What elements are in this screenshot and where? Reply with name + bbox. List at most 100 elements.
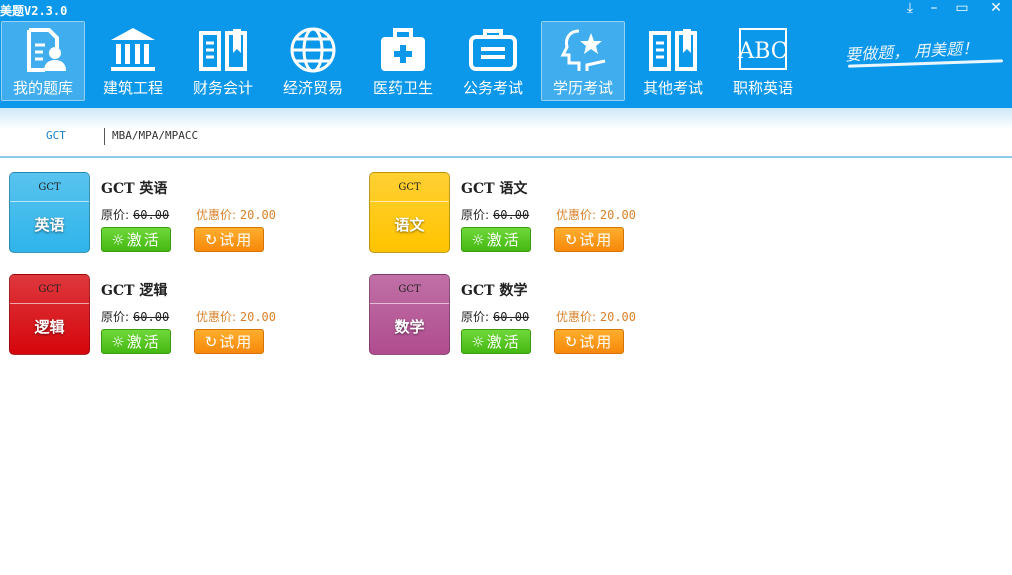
divider [104,128,105,145]
nav-label: 医药卫生 [372,79,433,97]
discount-label: 优惠价: [196,208,237,222]
maximize-button[interactable]: ▭ [950,0,974,16]
thumb-subject: 语文 [394,216,425,234]
nav-label: 学历考试 [552,79,613,97]
activate-button[interactable]: ☼激活 [461,227,531,252]
minimize-icon: – [930,0,938,16]
nav-item-0[interactable]: 我的题库 [1,21,85,101]
book-icon [649,29,697,71]
original-label: 原价: [101,208,130,222]
discount-value: 20.00 [239,310,276,324]
thumb-tag: GCT [370,275,449,304]
globe-icon [290,27,336,73]
original-value: 60.00 [493,310,530,324]
discount-price: 优惠价: 20.00 [196,308,276,325]
minimize-button[interactable]: – [922,0,946,16]
course-name: GCT 逻辑 [101,283,168,299]
close-button[interactable]: ✕ [984,0,1008,16]
activate-button[interactable]: ☼激活 [461,329,531,354]
original-value: 60.00 [133,208,170,222]
sparkle-icon: ☼ [471,333,487,351]
original-label: 原价: [101,310,130,324]
nav-label: 财务会计 [192,79,253,97]
original-price: 原价: 60.00 [461,206,529,223]
graduate-icon [560,29,606,71]
course-thumbnail[interactable]: GCT 语文 [369,172,450,253]
discount-value: 20.00 [599,310,636,324]
nav-item-7[interactable]: 其他考试 [631,21,715,101]
nav-label: 其他考试 [642,79,703,97]
nav-item-3[interactable]: 经济贸易 [271,21,355,101]
download-icon: ⤓ [906,0,914,16]
trial-button[interactable]: ↻试用 [554,227,624,252]
subtab-gct[interactable]: GCT [46,129,66,142]
course-thumbnail[interactable]: GCT 逻辑 [9,274,90,355]
app-title: 美题V2.3.0 [0,4,68,18]
book-icon [199,29,247,71]
discount-value: 20.00 [239,208,276,222]
nav-label: 职称英语 [732,79,793,97]
course-card: GCT 数学 GCT 数学 原价: 60.00 优惠价: 20.00 ☼激活 ↻试用 [369,274,729,356]
thumb-subject: 英语 [34,216,65,234]
thumb-tag: GCT [10,275,89,304]
refresh-icon: ↻ [564,333,580,351]
maximize-icon: ▭ [955,0,969,16]
refresh-icon: ↻ [564,231,580,249]
download-button[interactable]: ⤓ [898,0,922,16]
activate-label: 激活 [126,231,161,249]
subtab-mba[interactable]: MBA/MPA/MPACC [112,129,198,142]
course-name: GCT 语文 [461,181,528,197]
original-price: 原价: 60.00 [101,206,169,223]
nav-label: 建筑工程 [102,79,163,97]
close-icon: ✕ [990,0,1002,16]
nav-item-5[interactable]: 公务考试 [451,21,535,101]
abc-icon: ABC [737,28,788,70]
original-price: 原价: 60.00 [101,308,169,325]
course-card: GCT 逻辑 GCT 逻辑 原价: 60.00 优惠价: 20.00 ☼激活 ↻试用 [9,274,369,356]
activate-label: 激活 [486,333,521,351]
discount-price: 优惠价: 20.00 [556,308,636,325]
nav-item-1[interactable]: 建筑工程 [91,21,175,101]
user-document-icon [27,28,66,72]
category-subnav: GCT MBA/MPA/MPACC [0,108,1012,158]
discount-price: 优惠价: 20.00 [556,206,636,223]
refresh-icon: ↻ [204,231,220,249]
discount-label: 优惠价: [556,310,597,324]
original-label: 原价: [461,310,490,324]
discount-label: 优惠价: [556,208,597,222]
course-name: GCT 数学 [461,283,528,299]
trial-label: 试用 [219,333,254,351]
original-label: 原价: [461,208,490,222]
briefcase-icon [469,29,517,71]
activate-button[interactable]: ☼激活 [101,227,171,252]
activate-label: 激活 [486,231,521,249]
trial-button[interactable]: ↻试用 [194,329,264,354]
nav-label: 公务考试 [462,79,523,97]
thumb-tag: GCT [370,173,449,202]
sparkle-icon: ☼ [471,231,487,249]
course-thumbnail[interactable]: GCT 数学 [369,274,450,355]
medkit-icon [381,28,425,71]
thumb-subject: 数学 [394,318,425,336]
nav-item-8[interactable]: ABC 职称英语 [721,21,805,101]
thumb-subject: 逻辑 [34,318,65,336]
discount-label: 优惠价: [196,310,237,324]
nav-item-6[interactable]: 学历考试 [541,21,625,101]
nav-label: 我的题库 [12,79,73,97]
activate-button[interactable]: ☼激活 [101,329,171,354]
trial-button[interactable]: ↻试用 [194,227,264,252]
activate-label: 激活 [126,333,161,351]
trial-button[interactable]: ↻试用 [554,329,624,354]
nav-item-4[interactable]: 医药卫生 [361,21,445,101]
top-bar: 美题V2.3.0 ⤓ – ▭ ✕ 我的题库 建筑工程 财务会计 经济贸易 医药卫生 公务考试 学历… [0,0,1012,108]
course-card: GCT 语文 GCT 语文 原价: 60.00 优惠价: 20.00 ☼激活 ↻试用 [369,172,729,254]
course-card: GCT 英语 GCT 英语 原价: 60.00 优惠价: 20.00 ☼激活 ↻试用 [9,172,369,254]
trial-label: 试用 [579,231,614,249]
nav-item-2[interactable]: 财务会计 [181,21,265,101]
course-name: GCT 英语 [101,181,168,197]
course-thumbnail[interactable]: GCT 英语 [9,172,90,253]
original-price: 原价: 60.00 [461,308,529,325]
building-icon [111,28,155,71]
thumb-tag: GCT [10,173,89,202]
discount-price: 优惠价: 20.00 [196,206,276,223]
